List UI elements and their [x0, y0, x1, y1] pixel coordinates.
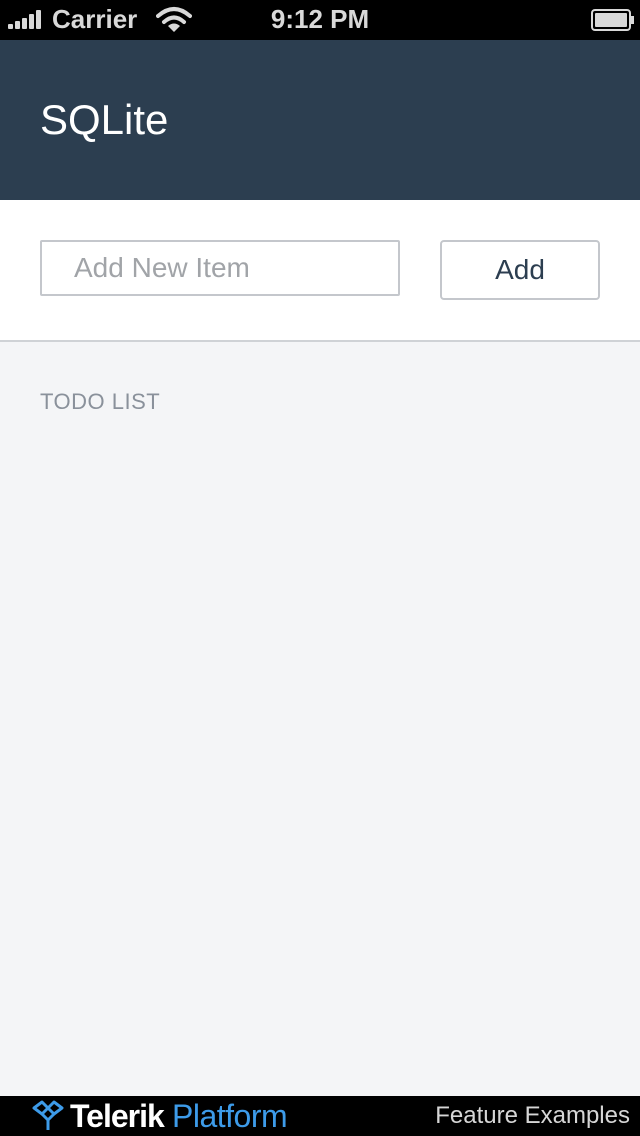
clock: 9:12 PM [270, 4, 370, 34]
todo-list-heading: TODO LIST [40, 389, 161, 414]
status-bar: Carrier 9:12 PM [0, 0, 640, 40]
app-header: SQLite [0, 40, 640, 200]
telerik-logo-icon [32, 1100, 64, 1130]
new-item-input[interactable] [40, 240, 400, 296]
page-title: SQLite [40, 96, 169, 143]
brand-product: Platform [172, 1098, 288, 1134]
app-screen: Carrier 9:12 PM SQLite Add TODO LIST Tel… [0, 0, 640, 1136]
feature-examples-link[interactable]: Feature Examples [435, 1102, 630, 1130]
footer-bar: Telerik Platform Feature Examples [0, 1096, 640, 1136]
add-item-form: Add [0, 200, 640, 342]
battery-icon [591, 9, 634, 31]
brand-name: Telerik [70, 1098, 165, 1134]
add-button[interactable]: Add [440, 240, 600, 300]
